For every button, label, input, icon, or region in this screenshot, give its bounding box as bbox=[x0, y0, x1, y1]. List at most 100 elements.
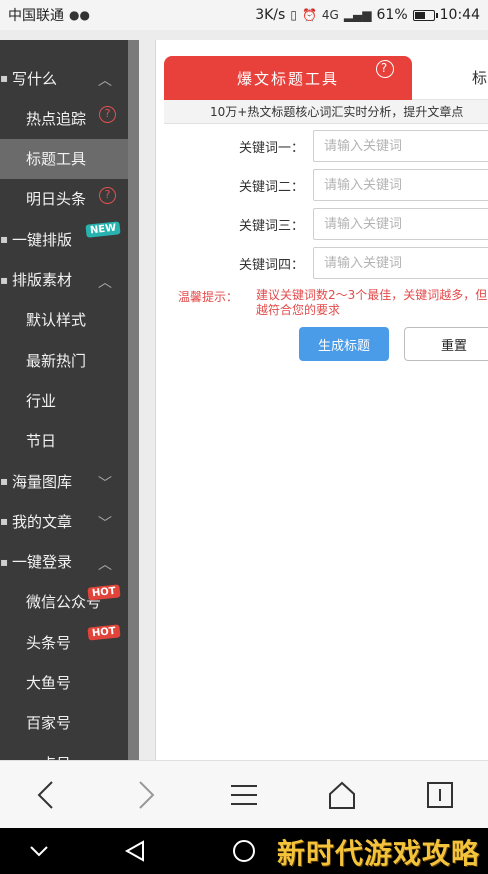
carrier-label: 中国联通 bbox=[8, 8, 64, 24]
sidebar-badge: NEW bbox=[85, 221, 121, 238]
sidebar-item-label: 写什么 bbox=[12, 69, 58, 88]
menu-button[interactable] bbox=[224, 775, 264, 815]
tabs-icon bbox=[427, 782, 453, 808]
help-icon[interactable]: ? bbox=[99, 186, 116, 204]
battery-percent: 61% bbox=[376, 7, 408, 23]
sidebar-item[interactable]: ▪ 一键排版 NEW bbox=[0, 219, 128, 259]
main-panel: 爆文标题工具 ? 标 10万+热文标题核心词汇实时分析，提升文章点 关键词一： … bbox=[155, 40, 488, 760]
status-bar: 中国联通 ●● 3K/s ▯ ⏰ 4G ▂▄▆ 61% 10:44 bbox=[0, 0, 488, 30]
tab-title-tool-label: 爆文标题工具 bbox=[236, 69, 339, 88]
tabs-button[interactable] bbox=[420, 775, 460, 815]
alarm-icon: ⏰ bbox=[301, 8, 317, 22]
keyword-label-1: 关键词一： bbox=[238, 141, 304, 156]
keyword-input-4[interactable] bbox=[313, 247, 488, 279]
forward-button[interactable] bbox=[126, 775, 166, 815]
sidebar-item[interactable]: 热点追踪? bbox=[0, 98, 128, 138]
sidebar-item-label: 我的文章 bbox=[12, 512, 73, 531]
sidebar-item[interactable]: 百家号 bbox=[0, 703, 128, 743]
menu-group-icon: ▪ bbox=[0, 272, 9, 287]
sidebar-item[interactable]: ▪ 一键登录 ︿ bbox=[0, 542, 128, 582]
tip-text: 建议关键词数2～3个最佳，关键词越多，但越符合您的要求 bbox=[256, 288, 488, 317]
keyword-input-1[interactable] bbox=[313, 130, 488, 162]
sidebar-item-label: 海量图库 bbox=[12, 472, 73, 491]
sidebar-item-label: 百家号 bbox=[26, 714, 72, 733]
browser-toolbar bbox=[0, 760, 488, 828]
sidebar-item-label: 一键排版 bbox=[12, 230, 73, 249]
collapse-button[interactable] bbox=[24, 836, 54, 866]
chevron-up-icon[interactable]: ︿ bbox=[98, 554, 112, 574]
keyword-label-4: 关键词四： bbox=[238, 258, 304, 273]
sidebar-item[interactable]: 大鱼号 bbox=[0, 663, 128, 703]
sidebar-item-label: 大鱼号 bbox=[26, 674, 72, 692]
screen: 中国联通 ●● 3K/s ▯ ⏰ 4G ▂▄▆ 61% 10:44 ▪ 写什么 ︿ 热… bbox=[0, 0, 488, 874]
sidebar-item-label: 标题工具 bbox=[26, 150, 87, 169]
sidebar-item[interactable]: ▪ 排版素材 ︿ bbox=[0, 260, 128, 300]
sidebar-badge: HOT bbox=[87, 624, 121, 641]
sidebar-item[interactable]: ▪ 海量图库 ﹀ bbox=[0, 461, 128, 501]
sidebar-badge: HOT bbox=[87, 584, 121, 601]
keyword-input-3[interactable] bbox=[313, 208, 488, 240]
system-home-button[interactable] bbox=[229, 836, 259, 866]
tab-title-tool[interactable]: 爆文标题工具 ? bbox=[164, 56, 412, 100]
sidebar: ▪ 写什么 ︿ 热点追踪? 标题工具 明日头条? ▪ 一键排版 NEW ▪ 排版素材 ︿ 默认样式 最新热… bbox=[0, 40, 139, 762]
sidebar-item[interactable]: 行业 bbox=[0, 380, 128, 420]
sidebar-item[interactable]: 微信公众号 HOT bbox=[0, 582, 128, 622]
home-button[interactable] bbox=[322, 775, 362, 815]
home-icon bbox=[329, 781, 355, 809]
battery-fill bbox=[414, 11, 425, 19]
status-left: 中国联通 ●● bbox=[8, 5, 90, 25]
sidebar-item-label: 行业 bbox=[26, 391, 57, 410]
tab-second-label: 标 bbox=[472, 69, 488, 87]
status-right: 3K/s ▯ ⏰ 4G ▂▄▆ 61% 10:44 bbox=[255, 7, 480, 23]
sidebar-item[interactable]: 默认样式 bbox=[0, 300, 128, 340]
tab-second[interactable]: 标 bbox=[412, 56, 488, 100]
network-type: 4G bbox=[321, 8, 339, 22]
help-icon[interactable]: ? bbox=[99, 106, 116, 124]
sidebar-item[interactable]: 头条号 HOT bbox=[0, 622, 128, 662]
sidebar-item[interactable]: 明日头条? bbox=[0, 179, 128, 219]
sidebar-item-label: 头条号 bbox=[26, 633, 72, 652]
reset-button[interactable]: 重置 bbox=[404, 327, 488, 361]
back-button[interactable] bbox=[26, 775, 66, 815]
chevron-down-icon[interactable]: ﹀ bbox=[98, 473, 112, 493]
battery-icon bbox=[412, 9, 438, 21]
sidebar-item[interactable]: 最新热门 bbox=[0, 340, 128, 380]
sidebar-item[interactable]: 节日 bbox=[0, 421, 128, 461]
menu-group-icon: ▪ bbox=[0, 232, 9, 247]
triangle-back-icon bbox=[124, 840, 144, 862]
menu-group-icon: ▪ bbox=[0, 514, 9, 529]
chevron-up-icon[interactable]: ︿ bbox=[98, 272, 112, 292]
chevron-down-icon bbox=[30, 846, 48, 857]
tip-label: 温馨提示： bbox=[178, 290, 239, 304]
signal-icon: ▂▄▆ bbox=[343, 8, 372, 22]
keyword-input-2[interactable] bbox=[313, 169, 488, 201]
wechat-icon: ●● bbox=[69, 8, 90, 22]
vibrate-icon: ▯ bbox=[290, 8, 297, 22]
menu-group-icon: ▪ bbox=[0, 554, 9, 569]
menu-group-icon: ▪ bbox=[0, 71, 9, 85]
chevron-down-icon[interactable]: ﹀ bbox=[98, 513, 112, 533]
menu-icon bbox=[231, 785, 257, 805]
sidebar-item-label: 最新热门 bbox=[26, 351, 87, 370]
system-back-button[interactable] bbox=[120, 836, 150, 866]
circle-home-icon bbox=[233, 840, 255, 862]
generate-title-button[interactable]: 生成标题 bbox=[299, 327, 389, 361]
sidebar-scrollbar[interactable] bbox=[128, 40, 139, 762]
network-speed: 3K/s bbox=[255, 7, 286, 23]
sidebar-item-label: 节日 bbox=[26, 432, 57, 451]
sidebar-item[interactable]: ▪ 我的文章 ﹀ bbox=[0, 501, 128, 541]
sidebar-item-label: 排版素材 bbox=[12, 271, 73, 289]
chevron-up-icon[interactable]: ︿ bbox=[98, 70, 112, 90]
help-icon[interactable]: ? bbox=[376, 60, 394, 78]
keyword-label-3: 关键词三： bbox=[238, 219, 304, 234]
sidebar-item[interactable]: ▪ 写什么 ︿ bbox=[0, 58, 128, 98]
keyword-label-2: 关键词二： bbox=[238, 180, 304, 195]
clock: 10:44 bbox=[439, 7, 480, 23]
sidebar-item-label: 一键登录 bbox=[12, 553, 73, 572]
sidebar-item-label: 明日头条 bbox=[26, 190, 87, 209]
watermark-text: 新时代游戏攻略 bbox=[276, 837, 480, 870]
tool-subtitle: 10万+热文标题核心词汇实时分析，提升文章点 bbox=[164, 100, 488, 124]
system-nav-bar: 新时代游戏攻略 bbox=[0, 828, 488, 874]
forward-icon bbox=[139, 781, 155, 809]
sidebar-item[interactable]: 标题工具 bbox=[0, 138, 128, 179]
